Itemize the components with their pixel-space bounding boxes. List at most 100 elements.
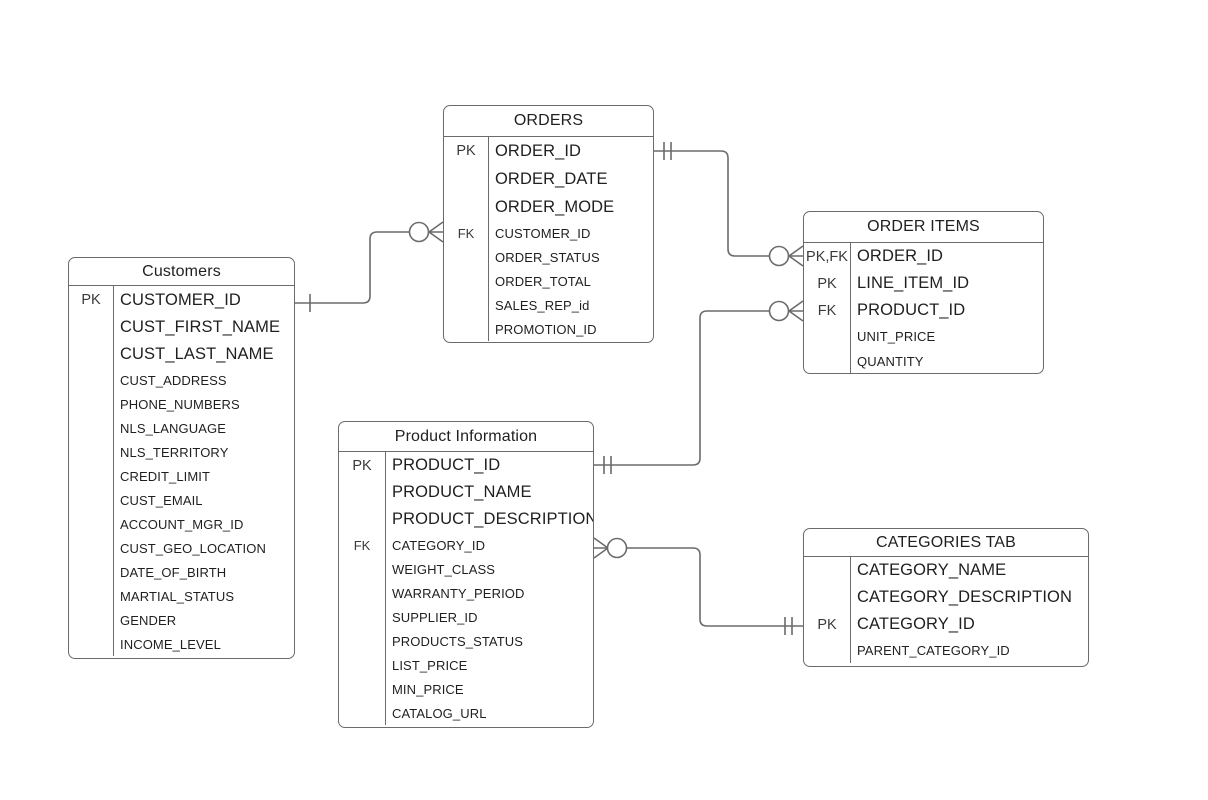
attribute-key: PK — [456, 143, 476, 159]
attribute-name: CATEGORY_NAME — [857, 561, 1007, 579]
attribute-key: FK — [457, 225, 475, 241]
attribute-row[interactable]: CUST_ADDRESS — [69, 368, 294, 392]
attribute-row[interactable]: PK ORDER_ID — [444, 137, 653, 165]
key-column-divider — [850, 243, 851, 373]
attribute-name: UNIT_PRICE — [857, 329, 936, 344]
attribute-row[interactable]: PK CATEGORY_ID — [804, 611, 1088, 638]
attribute-row[interactable]: CREDIT_LIMIT — [69, 464, 294, 488]
attribute-row[interactable]: CUST_LAST_NAME — [69, 341, 294, 368]
attribute-name: NLS_TERRITORY — [120, 444, 229, 460]
attribute-row[interactable]: LIST_PRICE — [339, 653, 593, 677]
entity-attributes-categories_tab: CATEGORY_NAME CATEGORY_DESCRIPTION PK CATEG… — [804, 557, 1088, 663]
attribute-name: ORDER_MODE — [495, 197, 615, 216]
attribute-row[interactable]: CUST_FIRST_NAME — [69, 314, 294, 341]
attribute-name: CUST_ADDRESS — [120, 372, 227, 388]
attribute-key: PK,FK — [806, 248, 848, 265]
key-column-divider — [385, 452, 386, 725]
attribute-row[interactable]: DATE_OF_BIRTH — [69, 560, 294, 584]
entity-attributes-orders: PK ORDER_ID ORDER_DATE ORDER_MODE FK CUSTOMER… — [444, 137, 653, 341]
key-column-divider — [113, 286, 114, 656]
key-column-divider — [488, 137, 489, 341]
attribute-row[interactable]: UNIT_PRICE — [804, 324, 1043, 349]
entity-title-orders: ORDERS — [444, 106, 653, 137]
attribute-row[interactable]: PHONE_NUMBERS — [69, 392, 294, 416]
attribute-row[interactable]: ORDER_DATE — [444, 165, 653, 193]
attribute-name: PRODUCT_ID — [857, 301, 966, 319]
attribute-name: SUPPLIER_ID — [392, 609, 478, 625]
attribute-name: ACCOUNT_MGR_ID — [120, 516, 244, 532]
attribute-name: CATEGORY_ID — [392, 537, 486, 553]
entity-order_items[interactable]: ORDER ITEMS PK,FK ORDER_ID PK LINE_ITEM_ID FK… — [803, 211, 1044, 374]
attribute-name: PARENT_CATEGORY_ID — [857, 643, 1010, 658]
attribute-row[interactable]: ORDER_STATUS — [444, 245, 653, 269]
attribute-name: ORDER_STATUS — [495, 249, 600, 265]
attribute-name: CUST_EMAIL — [120, 492, 203, 508]
attribute-name: CUSTOMER_ID — [495, 225, 591, 241]
attribute-row[interactable]: CATEGORY_NAME — [804, 557, 1088, 584]
attribute-key: PK — [817, 275, 837, 292]
attribute-row[interactable]: WARRANTY_PERIOD — [339, 581, 593, 605]
attribute-name: CUST_GEO_LOCATION — [120, 540, 266, 556]
attribute-row[interactable]: MIN_PRICE — [339, 677, 593, 701]
attribute-row[interactable]: PK LINE_ITEM_ID — [804, 270, 1043, 297]
attribute-name: NLS_LANGUAGE — [120, 420, 226, 436]
attribute-row[interactable]: PK PRODUCT_ID — [339, 452, 593, 479]
attribute-row[interactable]: GENDER — [69, 608, 294, 632]
attribute-name: ORDER_TOTAL — [495, 273, 591, 289]
attribute-name: INCOME_LEVEL — [120, 636, 221, 652]
entity-product_information[interactable]: Product Information PK PRODUCT_ID PRODUCT_N… — [338, 421, 594, 728]
attribute-key: PK — [817, 616, 837, 633]
attribute-name: WEIGHT_CLASS — [392, 561, 496, 577]
attribute-row[interactable]: MARTIAL_STATUS — [69, 584, 294, 608]
entity-categories_tab[interactable]: CATEGORIES TAB CATEGORY_NAME CATEGORY_DESC… — [803, 528, 1089, 667]
attribute-row[interactable]: PARENT_CATEGORY_ID — [804, 638, 1088, 663]
entity-customers[interactable]: Customers PK CUSTOMER_ID CUST_FIRST_NAME CUS… — [68, 257, 295, 659]
entity-attributes-product_information: PK PRODUCT_ID PRODUCT_NAME PRODUCT_DESCRIPT… — [339, 452, 593, 725]
entity-title-order_items: ORDER ITEMS — [804, 212, 1043, 243]
attribute-name: CATEGORY_ID — [857, 615, 975, 633]
attribute-row[interactable]: FK PRODUCT_ID — [804, 297, 1043, 324]
entity-attributes-customers: PK CUSTOMER_ID CUST_FIRST_NAME CUST_LAST_NA… — [69, 286, 294, 656]
attribute-key: FK — [817, 302, 837, 319]
attribute-row[interactable]: CATALOG_URL — [339, 701, 593, 725]
attribute-name: MIN_PRICE — [392, 681, 464, 697]
attribute-row[interactable]: FK CUSTOMER_ID — [444, 221, 653, 245]
attribute-name: PRODUCT_ID — [392, 456, 501, 474]
attribute-row[interactable]: ORDER_TOTAL — [444, 269, 653, 293]
attribute-row[interactable]: PRODUCTS_STATUS — [339, 629, 593, 653]
attribute-name: PRODUCT_NAME — [392, 483, 532, 501]
attribute-name: ORDER_DATE — [495, 169, 608, 188]
attribute-name: GENDER — [120, 612, 177, 628]
attribute-row[interactable]: NLS_TERRITORY — [69, 440, 294, 464]
attribute-row[interactable]: WEIGHT_CLASS — [339, 557, 593, 581]
entity-title-customers: Customers — [69, 258, 294, 286]
entity-title-product_information: Product Information — [339, 422, 593, 452]
key-column-divider — [850, 557, 851, 663]
attribute-key: FK — [353, 537, 371, 553]
attribute-row[interactable]: SUPPLIER_ID — [339, 605, 593, 629]
attribute-name: MARTIAL_STATUS — [120, 588, 235, 604]
attribute-row[interactable]: PK,FK ORDER_ID — [804, 243, 1043, 270]
attribute-row[interactable]: ORDER_MODE — [444, 193, 653, 221]
attribute-name: DATE_OF_BIRTH — [120, 564, 227, 580]
entity-title-categories_tab: CATEGORIES TAB — [804, 529, 1088, 557]
attribute-row[interactable]: ACCOUNT_MGR_ID — [69, 512, 294, 536]
attribute-row[interactable]: CUST_EMAIL — [69, 488, 294, 512]
attribute-row[interactable]: SALES_REP_id — [444, 293, 653, 317]
entity-attributes-order_items: PK,FK ORDER_ID PK LINE_ITEM_ID FK PRODUCT_ID U… — [804, 243, 1043, 373]
attribute-name: CUSTOMER_ID — [120, 290, 241, 309]
attribute-row[interactable]: CUST_GEO_LOCATION — [69, 536, 294, 560]
attribute-row[interactable]: PK CUSTOMER_ID — [69, 286, 294, 314]
attribute-name: CUST_FIRST_NAME — [120, 318, 281, 336]
attribute-row[interactable]: QUANTITY — [804, 349, 1043, 373]
attribute-row[interactable]: NLS_LANGUAGE — [69, 416, 294, 440]
attribute-row[interactable]: FK CATEGORY_ID — [339, 533, 593, 557]
attribute-row[interactable]: PRODUCT_DESCRIPTION — [339, 506, 593, 533]
attribute-row[interactable]: CATEGORY_DESCRIPTION — [804, 584, 1088, 611]
attribute-row[interactable]: PRODUCT_NAME — [339, 479, 593, 506]
entity-orders[interactable]: ORDERS PK ORDER_ID ORDER_DATE ORDER_MODE FK CU… — [443, 105, 654, 343]
attribute-row[interactable]: INCOME_LEVEL — [69, 632, 294, 656]
attribute-row[interactable]: PROMOTION_ID — [444, 317, 653, 341]
attribute-name: ORDER_ID — [495, 141, 582, 160]
attribute-key: PK — [352, 457, 372, 474]
